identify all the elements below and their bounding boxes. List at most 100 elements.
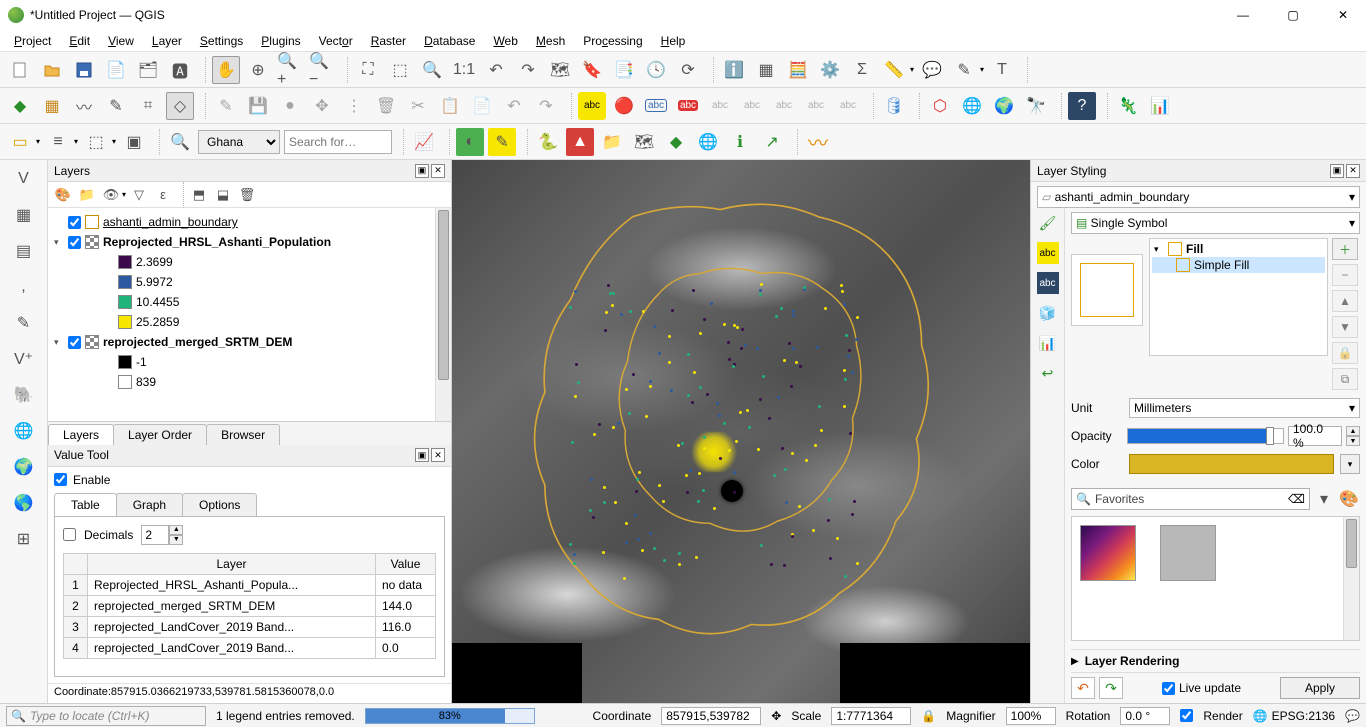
help-icon[interactable]: ? <box>1068 92 1096 120</box>
save-project-icon[interactable] <box>70 56 98 84</box>
layer-visibility-checkbox[interactable] <box>68 336 81 349</box>
minimize-button[interactable]: — <box>1228 8 1258 22</box>
add-mesh-icon[interactable]: 〰 <box>70 92 98 120</box>
ls-close-icon[interactable]: ✕ <box>1346 164 1360 178</box>
plugin-map-icon[interactable]: 🗺 <box>630 128 658 156</box>
zoom-selection-icon[interactable]: ⬚ <box>386 56 414 84</box>
rotation-input[interactable] <box>1120 707 1170 725</box>
menu-view[interactable]: View <box>100 32 142 50</box>
table-row[interactable]: 1Reprojected_HRSL_Ashanti_Popula...no da… <box>64 574 436 595</box>
deselect-dropdown-icon[interactable]: ▾ <box>112 137 116 146</box>
layer-remove-icon[interactable]: 🗑 <box>236 184 258 206</box>
globe-icon[interactable]: 🌐 <box>694 128 722 156</box>
op-down-icon[interactable]: ▼ <box>1346 436 1360 446</box>
scp-green-icon[interactable]: ◐ <box>456 128 484 156</box>
add-postgis-icon[interactable]: 🐘 <box>9 380 39 410</box>
symbol-add-button[interactable]: ＋ <box>1332 238 1358 260</box>
render-checkbox[interactable] <box>1180 709 1193 722</box>
advanced-digitize-icon[interactable]: ⌗ <box>134 92 162 120</box>
add-virtual-icon[interactable]: V⁺ <box>9 344 39 374</box>
table-row[interactable]: 2reprojected_merged_SRTM_DEM144.0 <box>64 595 436 616</box>
ls-symbol-mode-select[interactable]: ▤ Single Symbol ▾ <box>1071 212 1360 234</box>
scale-lock-icon[interactable]: 🔒 <box>921 709 936 723</box>
menu-help[interactable]: Help <box>653 32 694 50</box>
add-vector-layer-icon[interactable]: V <box>9 164 39 194</box>
redo-icon[interactable]: ↷ <box>532 92 560 120</box>
tree-toggle-icon[interactable]: ▾ <box>54 337 64 348</box>
layer-expand-icon[interactable]: ⬒ <box>188 184 210 206</box>
zoom-out-icon[interactable]: 🔍− <box>308 56 336 84</box>
opacity-value-input[interactable]: 100.0 % <box>1288 426 1342 446</box>
field-calc-icon[interactable]: 🧮 <box>784 56 812 84</box>
layers-undock-icon[interactable]: ▣ <box>415 164 429 178</box>
add-feature-icon[interactable]: ● <box>276 92 304 120</box>
new-map-view-icon[interactable]: 🗺 <box>546 56 574 84</box>
unit-select[interactable]: Millimeters ▾ <box>1129 398 1360 418</box>
menu-web[interactable]: Web <box>485 32 525 50</box>
menu-vector[interactable]: Vector <box>311 32 361 50</box>
toolbox-icon[interactable]: ⚙️ <box>816 56 844 84</box>
ls-layer-selector[interactable]: ▱ ashanti_admin_boundary ▾ <box>1037 186 1360 208</box>
menu-edit[interactable]: Edit <box>61 32 98 50</box>
deselect-icon[interactable]: ⬚ <box>82 128 110 156</box>
datasourcemanager-icon[interactable]: 📈 <box>410 128 438 156</box>
tab-browser[interactable]: Browser <box>206 424 280 445</box>
add-raster-icon[interactable]: ▦ <box>38 92 66 120</box>
add-wfs-icon[interactable]: 🌎 <box>9 488 39 518</box>
spin-down-icon[interactable]: ▼ <box>169 535 183 545</box>
identify-icon[interactable]: ℹ️ <box>720 56 748 84</box>
style-manager-icon[interactable]: 🅰 <box>166 56 194 84</box>
ls-undo-button[interactable]: ↶ <box>1071 677 1095 699</box>
diagram-icon[interactable]: 🔴 <box>610 92 638 120</box>
symbol-duplicate-button[interactable]: ⧉ <box>1332 368 1358 390</box>
layers-close-icon[interactable]: ✕ <box>431 164 445 178</box>
plugin-arrow-icon[interactable]: ↗ <box>758 128 786 156</box>
maximize-button[interactable]: ▢ <box>1278 8 1308 22</box>
symbol-tree-simple-fill[interactable]: Simple Fill <box>1152 257 1325 273</box>
gradient-swatch-1[interactable] <box>1080 525 1136 581</box>
plugin-folder-icon[interactable]: 📁 <box>598 128 626 156</box>
zoom-next-icon[interactable]: ↷ <box>514 56 542 84</box>
vt-enable-checkbox[interactable] <box>54 473 67 486</box>
vertex-tool-icon[interactable]: ◇ <box>166 92 194 120</box>
layer-row[interactable]: 5.9972 <box>50 272 449 292</box>
map-canvas[interactable] <box>452 160 1030 703</box>
ls-redo-button[interactable]: ↷ <box>1099 677 1123 699</box>
osm-search-icon[interactable]: 🔭 <box>1022 92 1050 120</box>
label-tool-e-icon[interactable]: abc <box>834 92 862 120</box>
bookmarks-icon[interactable]: 📑 <box>610 56 638 84</box>
add-mesh-layer-icon[interactable]: ▤ <box>9 236 39 266</box>
edit-feature-icon[interactable]: ✎ <box>102 92 130 120</box>
geocoder-icon[interactable]: 🔍 <box>166 128 194 156</box>
geocoder-search-input[interactable] <box>284 130 392 154</box>
layer-row[interactable]: 839 <box>50 372 449 392</box>
database-manager-icon[interactable]: 🛢 <box>880 92 908 120</box>
ls-cat-history-icon[interactable]: ↩ <box>1037 362 1059 384</box>
messages-icon[interactable]: 💬 <box>1345 709 1360 723</box>
plugin-green-icon[interactable]: ◆ <box>662 128 690 156</box>
zoom-layer-icon[interactable]: 🔍 <box>418 56 446 84</box>
move-feature-icon[interactable]: ✥ <box>308 92 336 120</box>
layer-row[interactable]: ▾Reprojected_HRSL_Ashanti_Population <box>50 232 449 252</box>
osm-download-icon[interactable]: 🌐 <box>958 92 986 120</box>
table-row[interactable]: 4reprojected_LandCover_2019 Band...0.0 <box>64 637 436 658</box>
symbol-remove-button[interactable]: − <box>1332 264 1358 286</box>
label-hide-icon[interactable]: abc <box>674 92 702 120</box>
pan-icon[interactable]: ✋ <box>212 56 240 84</box>
measure-dropdown-icon[interactable]: ▾ <box>910 65 914 74</box>
locator-input[interactable]: 🔍 Type to locate (Ctrl+K) <box>6 706 206 726</box>
table-row[interactable]: 3reprojected_LandCover_2019 Band...116.0 <box>64 616 436 637</box>
color-swatch-button[interactable] <box>1129 454 1334 474</box>
symbol-favorites-grid[interactable] <box>1071 516 1360 641</box>
crs-button[interactable]: 🌐 EPSG:2136 <box>1253 709 1335 723</box>
ls-undock-icon[interactable]: ▣ <box>1330 164 1344 178</box>
spin-up-icon[interactable]: ▲ <box>169 525 183 535</box>
layout-manager-icon[interactable]: 🗂 <box>134 56 162 84</box>
symbol-down-button[interactable]: ▼ <box>1332 316 1358 338</box>
zoom-in-icon[interactable]: 🔍+ <box>276 56 304 84</box>
vt-tab-graph[interactable]: Graph <box>116 493 183 517</box>
osm-polygon-icon[interactable]: ⬡ <box>926 92 954 120</box>
undo-icon[interactable]: ↶ <box>500 92 528 120</box>
ls-cat-3d-icon[interactable]: 🧊 <box>1037 302 1059 324</box>
label-tool-c-icon[interactable]: abc <box>770 92 798 120</box>
